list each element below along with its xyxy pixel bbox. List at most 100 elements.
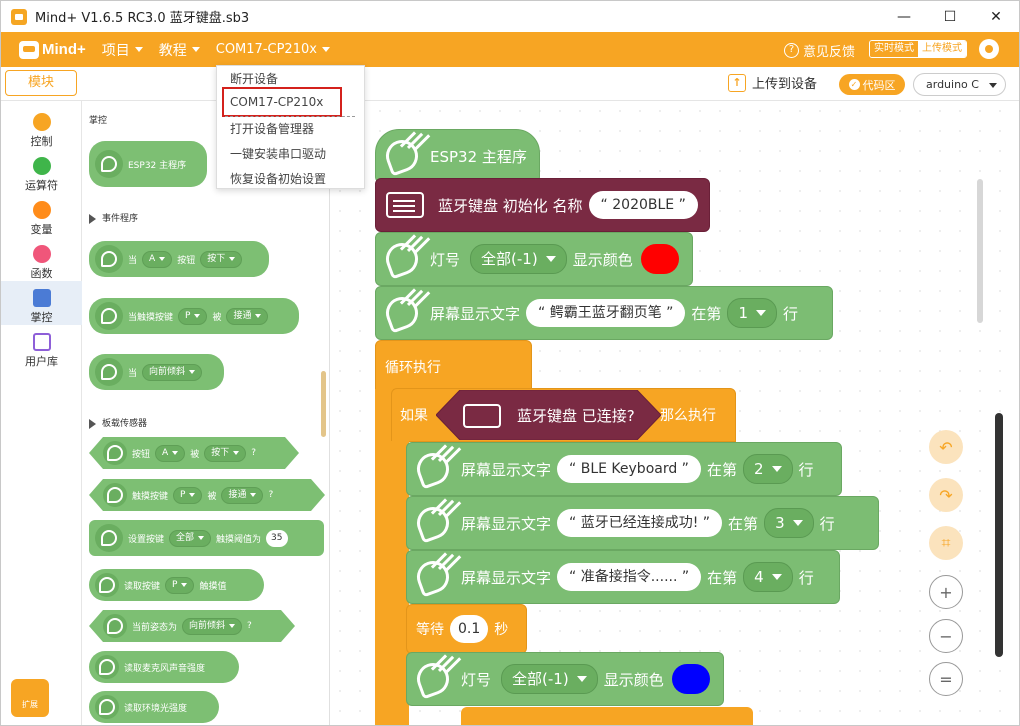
window-title: Mind+ V1.6.5 RC3.0 蓝牙键盘.sb3 — [35, 11, 250, 26]
palette-block-button-pressed[interactable]: 按钮 A 被按下? — [89, 437, 299, 469]
extensions-button[interactable]: 扩展 — [11, 679, 49, 717]
palette-block-touch-pressed[interactable]: 触摸按键 P 被接通? — [89, 479, 325, 511]
block-screen-text-1[interactable]: 屏幕显示文字 “ 鳄霸王蓝牙翻页笔 ” 在第 1 行 — [375, 286, 833, 340]
crop-icon[interactable]: ⌗ — [929, 526, 963, 560]
gear-icon[interactable] — [979, 39, 999, 59]
palette-block-tilt-event[interactable]: 当向前倾斜 — [89, 354, 224, 390]
menu-project[interactable]: 项目 — [102, 40, 143, 60]
wait-input[interactable]: 0.1 — [450, 615, 489, 643]
close-button[interactable]: ✕ — [973, 1, 1019, 32]
menu-item-device-manager[interactable]: 打开设备管理器 — [230, 120, 314, 137]
chevron-down-icon — [321, 47, 330, 52]
variables-icon — [32, 201, 51, 219]
palette-block-touch-event[interactable]: 当触摸按键 P 被接通 — [89, 298, 299, 334]
minimize-button[interactable]: — — [881, 1, 927, 32]
palette-scrollbar[interactable] — [321, 371, 326, 437]
block-screen-text-2[interactable]: 屏幕显示文字 “ BLE Keyboard ” 在第 2 行 — [406, 442, 842, 496]
palette-heading-sensors: 板载传感器 — [89, 416, 147, 429]
redo-icon[interactable]: ↷ — [929, 478, 963, 512]
category-operators[interactable]: 运算符 — [1, 149, 82, 193]
mode-live[interactable]: 实时模式 — [870, 41, 918, 57]
category-user-library[interactable]: 用户库 — [1, 325, 82, 369]
category-variables[interactable]: 变量 — [1, 193, 82, 237]
maximize-button[interactable]: ☐ — [927, 1, 973, 32]
block-wait[interactable]: 等待 0.1 秒 — [406, 604, 527, 654]
zoom-out-icon[interactable]: − — [929, 619, 963, 653]
hand-icon — [95, 302, 123, 330]
modules-tab[interactable]: 模块 — [5, 70, 77, 96]
mindplus-logo: Mind+ — [19, 40, 86, 59]
menu-separator — [225, 116, 355, 117]
menu-item-port[interactable]: COM17-CP210x — [230, 95, 323, 109]
text-input[interactable]: “ BLE Keyboard ” — [557, 455, 701, 483]
category-mpython[interactable]: 掌控 — [1, 281, 82, 325]
block-bt-init[interactable]: 蓝牙键盘 初始化 名称 “ 2020BLE ” — [375, 178, 710, 232]
palette-block-main[interactable]: ESP32 主程序 — [89, 141, 207, 187]
row-dropdown[interactable]: 4 — [743, 562, 793, 592]
palette-block-read-mic[interactable]: 读取麦克风声音强度 — [89, 651, 239, 683]
menu-item-restore[interactable]: 恢复设备初始设置 — [230, 170, 326, 187]
question-icon: ? — [784, 43, 799, 58]
text-input[interactable]: “ 准备接指令...... ” — [557, 563, 702, 591]
category-functions[interactable]: 函数 — [1, 237, 82, 281]
hand-icon — [95, 150, 123, 178]
palette-block-read-light[interactable]: 读取环境光强度 — [89, 691, 219, 723]
grid-icon — [32, 333, 51, 351]
undo-icon[interactable]: ↶ — [929, 430, 963, 464]
upload-icon: ↑ — [728, 73, 746, 92]
hand-icon — [103, 614, 127, 638]
palette-block-button-event[interactable]: 当 A 按钮 按下 — [89, 241, 269, 277]
hand-icon — [95, 695, 119, 719]
category-control[interactable]: 控制 — [1, 105, 82, 149]
palette-block-set-threshold[interactable]: 设置按键 全部 触摸阈值为 35 — [89, 520, 324, 556]
hand-icon — [103, 483, 127, 507]
feedback-link[interactable]: ? 意见反馈 — [784, 41, 855, 60]
block-led-color-2[interactable]: 灯号 全部(-1) 显示颜色 — [406, 652, 724, 706]
row-dropdown[interactable]: 1 — [727, 298, 777, 328]
led-dropdown[interactable]: 全部(-1) — [501, 664, 598, 694]
caret-right-icon — [89, 213, 96, 224]
board-select[interactable]: arduino C — [913, 73, 1006, 96]
menu-item-disconnect[interactable]: 断开设备 — [230, 70, 278, 87]
hand-icon — [95, 245, 123, 273]
palette-block-posture[interactable]: 当前姿态为 向前倾斜? — [89, 610, 295, 642]
zoom-in-icon[interactable]: + — [929, 575, 963, 609]
color-swatch-blue[interactable] — [671, 664, 710, 694]
chip-icon — [32, 289, 51, 307]
caret-right-icon — [89, 418, 96, 429]
block-led-color-1[interactable]: 灯号 全部(-1) 显示颜色 — [375, 232, 693, 286]
control-icon — [32, 113, 51, 131]
chevron-down-icon — [134, 47, 143, 52]
block-screen-text-3[interactable]: 屏幕显示文字 “ 蓝牙已经连接成功! ” 在第 3 行 — [406, 496, 879, 550]
block-esp32-main[interactable]: ESP32 主程序 — [375, 129, 540, 183]
upload-button[interactable]: ↑ 上传到设备 — [728, 73, 817, 92]
hand-icon — [380, 237, 424, 281]
app-icon — [11, 8, 27, 25]
menu-bar: Mind+ 项目 教程 COM17-CP210x ? 意见反馈 实时模式 上传模式 — [1, 32, 1019, 67]
menu-tutorial[interactable]: 教程 — [159, 40, 200, 60]
workspace-scrollbar[interactable] — [977, 179, 983, 323]
color-swatch-red[interactable] — [640, 244, 679, 274]
chevron-down-icon — [989, 83, 997, 88]
hand-icon — [95, 358, 123, 386]
hand-icon — [380, 134, 424, 178]
workspace-scrollbar-right[interactable] — [995, 413, 1003, 657]
text-input[interactable]: “ 鳄霸王蓝牙翻页笔 ” — [526, 299, 686, 327]
block-screen-text-4[interactable]: 屏幕显示文字 “ 准备接指令...... ” 在第 4 行 — [406, 550, 840, 604]
menu-item-install-driver[interactable]: 一键安装串口驱动 — [230, 145, 326, 162]
row-dropdown[interactable]: 2 — [742, 454, 793, 484]
hand-icon — [380, 291, 424, 335]
led-dropdown[interactable]: 全部(-1) — [470, 244, 567, 274]
code-area-button[interactable]: ✓ 代码区 — [839, 74, 905, 95]
menu-port[interactable]: COM17-CP210x — [216, 42, 330, 57]
block-palette: 掌控 ESP32 主程序 事件程序 当 A 按钮 按下 当触摸按键 P 被接通 当向前倾斜… — [82, 101, 330, 725]
block-forever[interactable]: 循环执行 — [375, 340, 532, 390]
bt-name-input[interactable]: “ 2020BLE ” — [588, 191, 698, 219]
toolbar: 模块 ↑ 上传到设备 ✓ 代码区 arduino C — [1, 67, 1019, 101]
palette-block-read-touch[interactable]: 读取按键 P 触摸值 — [89, 569, 264, 601]
text-input[interactable]: “ 蓝牙已经连接成功! ” — [557, 509, 723, 537]
mode-upload[interactable]: 上传模式 — [918, 41, 966, 57]
row-dropdown[interactable]: 3 — [764, 508, 814, 538]
mode-switch[interactable]: 实时模式 上传模式 — [869, 40, 967, 58]
zoom-reset-icon[interactable]: = — [929, 662, 963, 696]
